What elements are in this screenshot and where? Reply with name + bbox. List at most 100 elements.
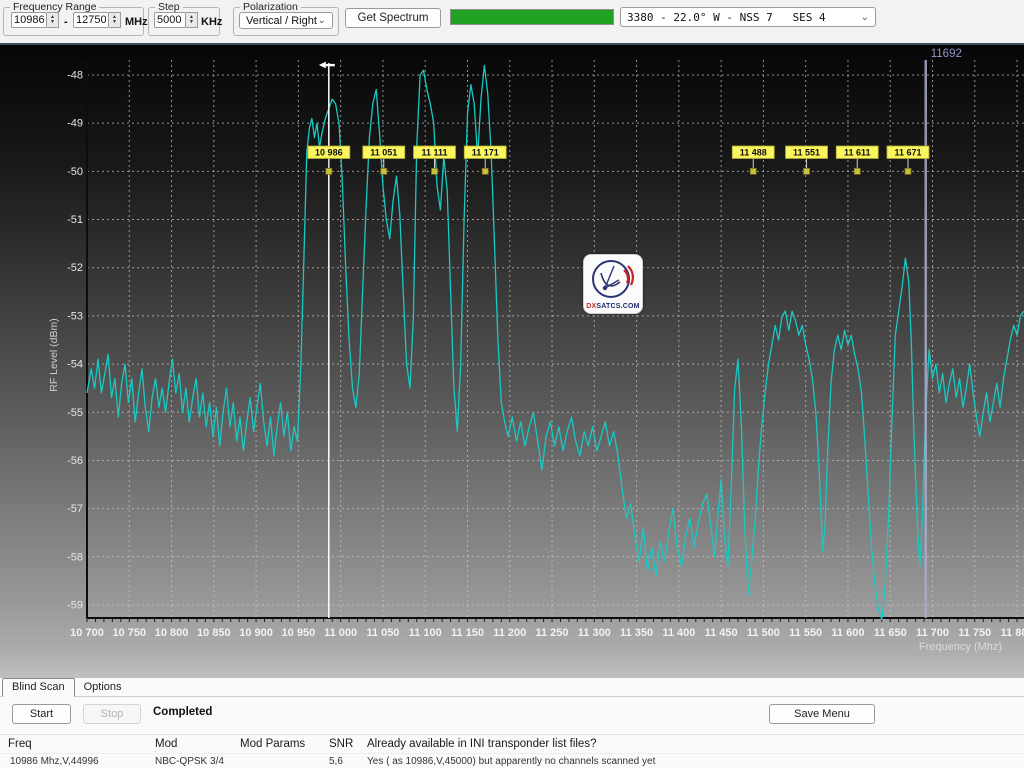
dxsatcs-logo: DXSATCS.COM <box>583 254 643 314</box>
satellite-value: 3380 - 22.0° W - NSS 7 SES 4 <box>627 11 826 24</box>
y-tick-label: -50 <box>67 166 83 178</box>
spectrum-chart: -48-49-50-51-52-53-54-55-56-57-58-5910 7… <box>0 45 1024 678</box>
transponder-label: 10 986 <box>315 148 343 158</box>
x-tick-label: 11 650 <box>874 627 907 639</box>
transponder-label: 11 171 <box>472 148 499 158</box>
x-tick-label: 11 350 <box>620 627 653 639</box>
transponder-label: 11 111 <box>421 148 447 158</box>
y-tick-label: -57 <box>67 503 83 515</box>
y-axis-title: RF Level (dBm) <box>48 318 60 392</box>
x-tick-label: 11 400 <box>662 627 695 639</box>
cell-already-available: Yes ( as 10986,V,45000) but apparently n… <box>367 756 1024 767</box>
transponder-square[interactable] <box>482 168 488 174</box>
spectrum-plot: -48-49-50-51-52-53-54-55-56-57-58-5910 7… <box>0 45 1024 678</box>
x-tick-label: 11 200 <box>493 627 526 639</box>
step-input[interactable] <box>154 12 186 28</box>
x-tick-label: 11 750 <box>958 627 991 639</box>
step-unit-label: KHz <box>201 16 222 28</box>
transponder-label: 11 051 <box>370 148 397 158</box>
y-tick-label: -52 <box>67 262 83 274</box>
spectrum-trace <box>87 65 1024 619</box>
x-tick-label: 10 800 <box>155 627 189 639</box>
cell-freq: 10986 Mhz,V,44996 <box>0 756 155 767</box>
scan-status: Completed <box>153 706 212 718</box>
tab-bar: Blind Scan Options <box>0 678 1024 697</box>
x-tick-label: 11 600 <box>831 627 864 639</box>
frequency-range-group: Frequency Range ▲▼ - ▲▼ MHz <box>3 7 144 36</box>
get-spectrum-button[interactable]: Get Spectrum <box>345 8 441 28</box>
x-tick-label: 11 000 <box>324 627 357 639</box>
y-tick-label: -54 <box>67 359 83 371</box>
x-tick-label: 10 750 <box>112 627 146 639</box>
step-spinner[interactable]: ▲▼ <box>186 12 198 28</box>
y-tick-label: -58 <box>67 551 83 563</box>
freq-from-spinner[interactable]: ▲▼ <box>47 12 59 28</box>
step-group: Step ▲▼ KHz <box>148 7 220 36</box>
y-tick-label: -49 <box>67 118 83 130</box>
freq-to-input[interactable] <box>73 12 109 28</box>
y-tick-label: -48 <box>67 70 83 82</box>
progress-fill <box>451 10 613 24</box>
freq-to-spinner[interactable]: ▲▼ <box>109 12 121 28</box>
transponder-label: 11 551 <box>793 148 820 158</box>
y-tick-label: -59 <box>67 599 83 611</box>
polarization-select[interactable]: Vertical / Right ⌄ <box>239 12 333 29</box>
save-menu-button[interactable]: Save Menu <box>769 704 875 724</box>
transponder-square[interactable] <box>905 168 911 174</box>
x-tick-label: 10 950 <box>282 627 316 639</box>
transponder-square[interactable] <box>326 168 332 174</box>
x-tick-label: 11 150 <box>451 627 484 639</box>
col-snr: SNR <box>329 738 367 750</box>
transponder-square[interactable] <box>750 168 756 174</box>
x-axis-title: Frequency (Mhz) <box>919 641 1002 653</box>
x-tick-label: 11 450 <box>705 627 738 639</box>
transponder-label: 11 488 <box>740 148 767 158</box>
y-tick-label: -56 <box>67 455 83 467</box>
x-tick-label: 11 050 <box>366 627 399 639</box>
y-tick-label: -51 <box>67 214 83 226</box>
bottom-panel: Blind Scan Options Start Stop Completed … <box>0 678 1024 768</box>
transponder-square[interactable] <box>804 168 810 174</box>
progress-bar <box>450 9 614 25</box>
col-freq: Freq <box>0 738 155 750</box>
tab-options[interactable]: Options <box>75 679 131 696</box>
x-tick-label: 11 800 <box>1001 627 1024 639</box>
cursor-arrow-tail <box>326 64 335 66</box>
right-marker-label: 11692 <box>931 48 962 60</box>
frequency-unit-label: MHz <box>125 16 148 28</box>
table-header-row: Freq Mod Mod Params SNR Already availabl… <box>0 735 1024 754</box>
x-tick-label: 11 550 <box>789 627 822 639</box>
results-table: Freq Mod Mod Params SNR Already availabl… <box>0 734 1024 768</box>
start-button[interactable]: Start <box>12 704 71 724</box>
stop-button[interactable]: Stop <box>83 704 141 724</box>
transponder-label: 11 611 <box>844 148 871 158</box>
x-tick-label: 11 500 <box>747 627 780 639</box>
cell-snr: 5,6 <box>329 756 367 767</box>
cell-mod: NBC-QPSK 3/4 <box>155 756 240 767</box>
transponder-square[interactable] <box>432 168 438 174</box>
y-tick-label: -53 <box>67 310 83 322</box>
transponder-label: 11 671 <box>894 148 921 158</box>
cursor-arrow-icon[interactable] <box>319 62 326 69</box>
col-already-available: Already available in INI transponder lis… <box>367 738 1024 750</box>
toolbar: Frequency Range ▲▼ - ▲▼ MHz Step ▲▼ KHz … <box>0 0 1024 45</box>
chevron-down-icon: ⌄ <box>861 12 869 23</box>
col-mod-params: Mod Params <box>240 738 329 750</box>
satellite-select[interactable]: 3380 - 22.0° W - NSS 7 SES 4 ⌄ <box>620 7 876 27</box>
polarization-value: Vertical / Right <box>246 15 317 27</box>
x-tick-label: 11 700 <box>916 627 949 639</box>
transponder-square[interactable] <box>854 168 860 174</box>
table-row[interactable]: 10986 Mhz,V,44996 NBC-QPSK 3/4 5,6 Yes (… <box>0 754 1024 768</box>
chevron-down-icon: ⌄ <box>318 15 326 26</box>
freq-from-input[interactable] <box>11 12 47 28</box>
blind-scan-app: Frequency Range ▲▼ - ▲▼ MHz Step ▲▼ KHz … <box>0 0 1024 768</box>
x-tick-label: 10 700 <box>70 627 104 639</box>
transponder-square[interactable] <box>381 168 387 174</box>
logo-text: DXSATCS.COM <box>584 303 642 310</box>
tab-blind-scan[interactable]: Blind Scan <box>2 678 75 697</box>
x-tick-label: 11 100 <box>409 627 442 639</box>
x-tick-label: 11 250 <box>536 627 569 639</box>
range-separator: - <box>64 16 68 28</box>
polarization-group: Polarization Vertical / Right ⌄ <box>233 7 339 36</box>
col-mod: Mod <box>155 738 240 750</box>
